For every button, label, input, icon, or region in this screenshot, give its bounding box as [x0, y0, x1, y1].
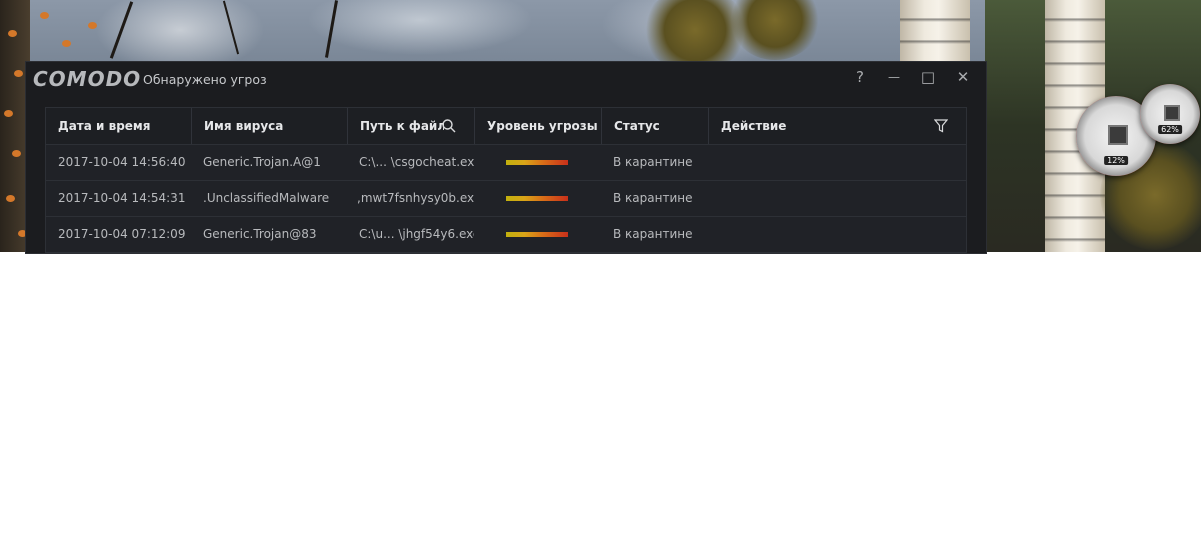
column-header-datetime[interactable]: Дата и время: [58, 108, 188, 144]
threats-table: Дата и время Имя вируса Путь к файлу Уро…: [45, 107, 967, 253]
column-header-threat-level[interactable]: Уровень угрозы: [487, 108, 599, 144]
column-header-status[interactable]: Статус: [614, 108, 704, 144]
maximize-button[interactable]: □: [915, 66, 941, 88]
cell-file-path: ,mwt7fsnhysy0b.exe: [357, 191, 474, 205]
table-header-row: Дата и время Имя вируса Путь к файлу Уро…: [46, 108, 966, 145]
comodo-threats-window: COMODO Обнаружено угроз ? — □ ✕ Дата и в…: [25, 61, 987, 254]
threat-level-bar: [506, 196, 568, 201]
memory-gauge-value: 62%: [1158, 125, 1182, 134]
cell-status: В карантине: [613, 191, 693, 205]
table-row[interactable]: 2017-10-04 14:54:31 .UnclassifiedMalware…: [46, 180, 966, 217]
cell-file-path: C:\u... \jhgf54y6.exe: [359, 227, 474, 241]
filter-icon[interactable]: [934, 119, 948, 133]
comodo-logo: COMODO: [33, 67, 142, 91]
search-icon[interactable]: [442, 119, 456, 133]
cell-datetime: 2017-10-04 14:54:31: [58, 191, 186, 205]
cell-file-path: C:\... \csgocheat.exe: [359, 155, 474, 169]
cell-virus-name: Generic.Trojan@83: [203, 227, 317, 241]
cell-status: В карантине: [613, 155, 693, 169]
memory-gauge[interactable]: 62%: [1140, 84, 1200, 144]
threat-level-bar: [506, 160, 568, 165]
minimize-button[interactable]: —: [881, 66, 907, 88]
title-bar[interactable]: COMODO Обнаружено угроз ? — □ ✕: [26, 62, 986, 96]
window-title: Обнаружено угроз: [143, 72, 267, 87]
column-header-action[interactable]: Действие: [721, 108, 841, 144]
table-row[interactable]: 2017-10-04 14:56:40 Generic.Trojan.A@1 C…: [46, 144, 966, 181]
cell-datetime: 2017-10-04 07:12:09: [58, 227, 186, 241]
cell-virus-name: Generic.Trojan.A@1: [203, 155, 321, 169]
help-button[interactable]: ?: [847, 66, 873, 88]
column-header-virus-name[interactable]: Имя вируса: [204, 108, 344, 144]
table-row[interactable]: 2017-10-04 07:12:09 Generic.Trojan@83 C:…: [46, 216, 966, 253]
cell-action[interactable]: [721, 144, 921, 180]
cell-virus-name: .UnclassifiedMalware: [203, 191, 330, 205]
cell-status: В карантине: [613, 227, 693, 241]
threat-level-bar: [506, 232, 568, 237]
cpu-gauge-value: 12%: [1104, 156, 1128, 165]
column-header-file-path[interactable]: Путь к файлу: [360, 108, 444, 144]
cell-action[interactable]: [721, 180, 921, 216]
cell-action[interactable]: [721, 216, 921, 252]
cell-datetime: 2017-10-04 14:56:40: [58, 155, 186, 169]
close-button[interactable]: ✕: [950, 66, 976, 88]
cpu-icon: [1108, 125, 1128, 145]
memory-icon: [1164, 105, 1180, 121]
